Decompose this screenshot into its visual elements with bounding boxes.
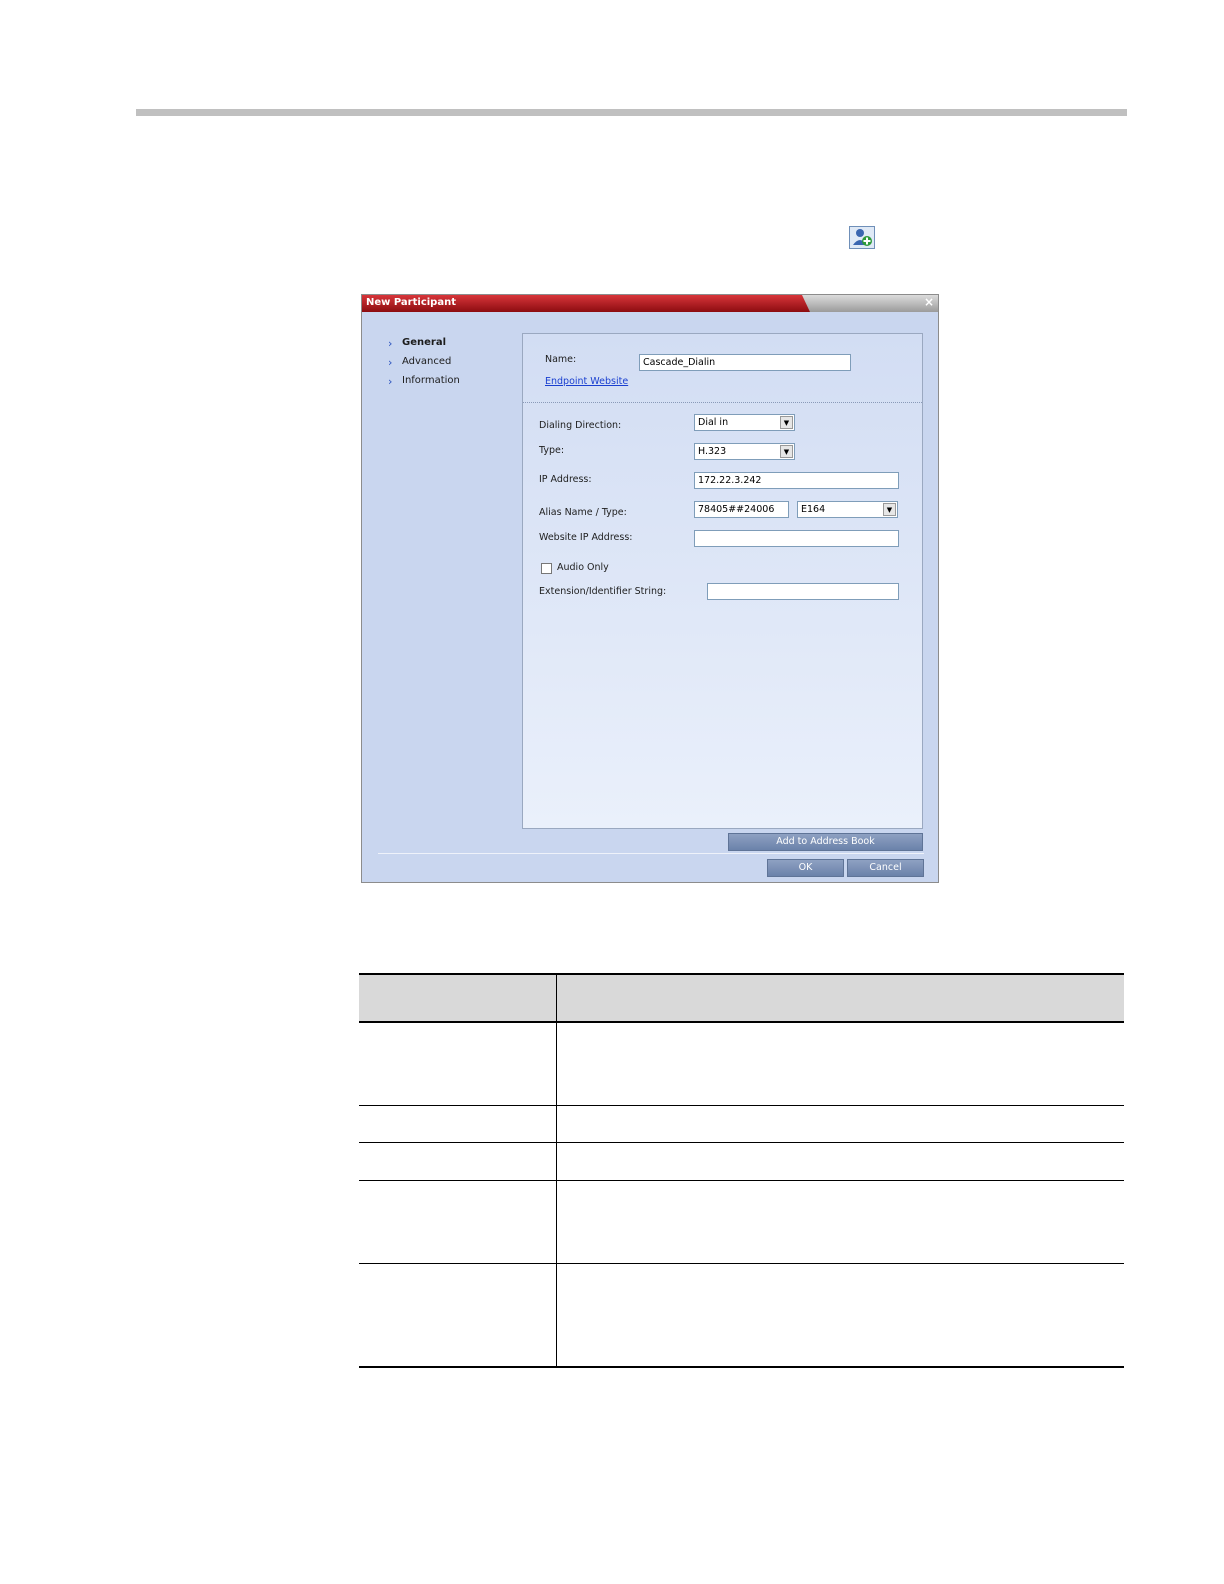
ip-address-field[interactable]: 172.22.3.242 [694, 472, 899, 489]
sidebar-item-label: Advanced [402, 356, 452, 367]
table-cell [556, 1142, 1124, 1181]
dialing-direction-select[interactable]: Dial in ▼ [694, 414, 795, 431]
table-row [359, 1263, 1124, 1368]
chevron-right-icon: › [388, 337, 393, 350]
sidebar-item-label: General [402, 337, 446, 348]
field-description-table [359, 973, 1124, 1368]
type-select[interactable]: H.323 ▼ [694, 443, 795, 460]
ip-address-label: IP Address: [539, 474, 592, 485]
new-participant-icon[interactable] [849, 226, 875, 249]
chevron-right-icon: › [388, 356, 393, 369]
table-header-cell [359, 973, 557, 1023]
ok-button[interactable]: OK [767, 859, 844, 877]
table-header-row [359, 973, 1124, 1023]
dialing-direction-value: Dial in [698, 417, 729, 428]
table-cell [556, 1263, 1124, 1368]
table-header-cell [556, 973, 1124, 1023]
extension-field[interactable] [707, 583, 899, 600]
table-cell [359, 1142, 557, 1181]
table-row [359, 1022, 1124, 1106]
general-panel: Name: Cascade_Dialin Endpoint Website Di… [522, 333, 923, 829]
sidebar-item-label: Information [402, 375, 460, 386]
close-icon[interactable]: × [924, 295, 934, 309]
chevron-down-icon: ▼ [780, 445, 793, 458]
table-row [359, 1180, 1124, 1264]
chevron-down-icon: ▼ [780, 416, 793, 429]
table-row [359, 1105, 1124, 1143]
chevron-down-icon: ▼ [883, 503, 896, 516]
new-participant-dialog: New Participant × › General › Advanced ›… [361, 294, 939, 883]
table-cell [359, 1263, 557, 1368]
table-cell [359, 1105, 557, 1143]
divider [523, 402, 922, 403]
table-cell [556, 1105, 1124, 1143]
type-label: Type: [539, 445, 565, 456]
table-cell [556, 1180, 1124, 1264]
dialog-titlebar: New Participant × [362, 295, 938, 312]
header-rule [136, 109, 1127, 116]
dialog-title: New Participant [366, 297, 456, 308]
website-ip-label: Website IP Address: [539, 532, 633, 543]
chevron-right-icon: › [388, 375, 393, 388]
audio-only-label: Audio Only [557, 562, 609, 573]
dialing-direction-label: Dialing Direction: [539, 420, 622, 431]
name-label: Name: [545, 354, 577, 365]
type-value: H.323 [698, 446, 727, 457]
add-to-address-book-button[interactable]: Add to Address Book [728, 833, 923, 851]
table-cell [359, 1180, 557, 1264]
table-cell [556, 1022, 1124, 1106]
table-cell [359, 1022, 557, 1106]
name-field[interactable]: Cascade_Dialin [639, 354, 851, 371]
cancel-button[interactable]: Cancel [847, 859, 924, 877]
audio-only-checkbox[interactable] [541, 563, 552, 574]
alias-type-value: E164 [801, 504, 826, 515]
footer-separator [378, 853, 924, 854]
endpoint-website-link[interactable]: Endpoint Website [545, 376, 628, 387]
alias-name-field[interactable]: 78405##24006 [694, 501, 789, 518]
extension-label: Extension/Identifier String: [539, 586, 667, 597]
alias-label: Alias Name / Type: [539, 507, 627, 518]
table-row [359, 1142, 1124, 1181]
website-ip-field[interactable] [694, 530, 899, 547]
alias-type-select[interactable]: E164 ▼ [797, 501, 898, 518]
